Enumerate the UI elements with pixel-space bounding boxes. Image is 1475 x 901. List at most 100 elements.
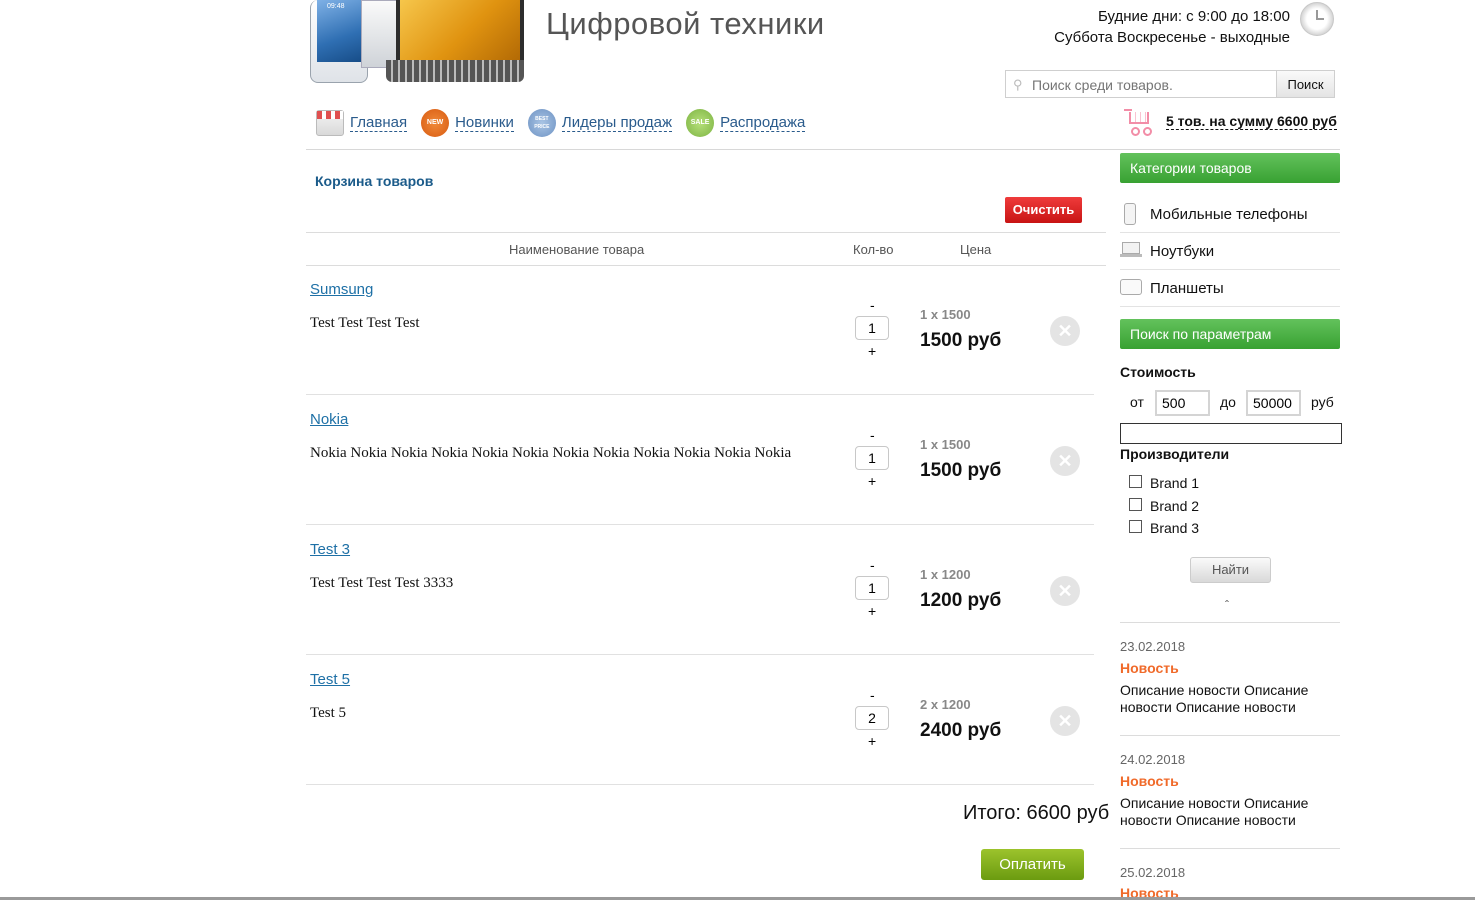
news-title-link[interactable]: Новость bbox=[1120, 773, 1179, 789]
pay-button[interactable]: Оплатить bbox=[981, 849, 1084, 880]
line-total: 1500 руб bbox=[920, 460, 1002, 481]
nav-item-bestsellers[interactable]: BEST PRICE Лидеры продаж bbox=[527, 109, 673, 137]
unit-price: 1 x 1200 bbox=[920, 567, 971, 582]
remove-item-icon[interactable]: ✕ bbox=[1050, 576, 1080, 606]
product-link[interactable]: Nokia bbox=[310, 411, 348, 428]
quantity-input[interactable]: 1 bbox=[855, 446, 889, 470]
hours-weekend: Суббота Воскресенье - выходные bbox=[1054, 29, 1290, 46]
clear-cart-button[interactable]: Очистить bbox=[1005, 197, 1082, 223]
column-header-name: Наименование товара bbox=[509, 242, 645, 257]
price-filter-label: Стоимость bbox=[1120, 364, 1196, 380]
nav-link-home[interactable]: Главная bbox=[350, 114, 408, 132]
cart-row: Nokia Nokia Nokia Nokia Nokia Nokia Noki… bbox=[306, 394, 1094, 525]
nav-link-new[interactable]: Новинки bbox=[455, 114, 514, 132]
decrease-qty-button[interactable]: - bbox=[870, 557, 875, 573]
news-title-link[interactable]: Новость bbox=[1120, 660, 1179, 676]
hours-weekdays: Будние дни: с 9:00 до 18:00 bbox=[1097, 8, 1290, 25]
cart-summary-link[interactable]: 5 тов. на сумму 6600 руб bbox=[1166, 113, 1337, 130]
decrease-qty-button[interactable]: - bbox=[870, 687, 875, 703]
cart-row: Test 5 Test 5 - 2 + 2 x 1200 2400 руб ✕ bbox=[306, 654, 1094, 785]
quantity-input[interactable]: 1 bbox=[855, 316, 889, 340]
search-icon: ⚲ bbox=[1013, 77, 1023, 92]
price-range-field[interactable] bbox=[1120, 423, 1342, 444]
price-from-label: от bbox=[1130, 394, 1144, 410]
product-link[interactable]: Test 5 bbox=[310, 671, 350, 688]
news-divider bbox=[1120, 848, 1340, 849]
nav-item-home[interactable]: Главная bbox=[316, 110, 408, 136]
nav-item-sale[interactable]: SALE Распродажа bbox=[686, 109, 806, 137]
increase-qty-button[interactable]: + bbox=[868, 343, 876, 359]
hero-image: 09:48 bbox=[306, 0, 524, 84]
header-cart[interactable]: 5 тов. на сумму 6600 руб bbox=[1124, 108, 1337, 136]
decrease-qty-button[interactable]: - bbox=[870, 427, 875, 443]
remove-item-icon[interactable]: ✕ bbox=[1050, 316, 1080, 346]
brand-checkbox[interactable] bbox=[1129, 520, 1142, 533]
phone-image: 09:48 bbox=[310, 0, 368, 83]
brand-label: Brand 1 bbox=[1150, 475, 1200, 491]
category-label[interactable]: Мобильные телефоны bbox=[1150, 206, 1308, 223]
quantity-input[interactable]: 2 bbox=[855, 706, 889, 730]
params-header: Поиск по параметрам bbox=[1120, 319, 1340, 349]
tablet-icon bbox=[1120, 277, 1142, 299]
line-total: 2400 руб bbox=[920, 720, 1002, 741]
line-total: 1500 руб bbox=[920, 330, 1002, 351]
shop-icon bbox=[316, 110, 344, 136]
product-link[interactable]: Test 3 bbox=[310, 541, 350, 558]
column-header-price: Цена bbox=[960, 242, 992, 257]
remove-item-icon[interactable]: ✕ bbox=[1050, 706, 1080, 736]
line-total: 1200 руб bbox=[920, 590, 1002, 611]
desktop-image bbox=[361, 0, 398, 68]
category-item-phones[interactable]: Мобильные телефоны bbox=[1120, 196, 1340, 233]
category-label[interactable]: Планшеты bbox=[1150, 280, 1224, 297]
category-item-laptops[interactable]: Ноутбуки bbox=[1120, 233, 1340, 270]
categories-header: Категории товаров bbox=[1120, 153, 1340, 183]
nav-link-bestsellers[interactable]: Лидеры продаж bbox=[561, 114, 673, 132]
unit-price: 1 x 1500 bbox=[920, 307, 971, 322]
search-field[interactable]: ⚲ bbox=[1005, 70, 1277, 98]
increase-qty-button[interactable]: + bbox=[868, 733, 876, 749]
collapse-caret-icon[interactable]: ˆ bbox=[1225, 598, 1229, 612]
product-description: Test Test Test Test bbox=[310, 315, 420, 331]
news-date: 25.02.2018 bbox=[1120, 865, 1186, 880]
site-slogan: Цифровой техники bbox=[546, 6, 825, 41]
product-description: Test 5 bbox=[310, 705, 347, 721]
sale-badge-icon: SALE bbox=[686, 109, 715, 137]
phone-icon bbox=[1120, 203, 1142, 225]
unit-price: 1 x 1500 bbox=[920, 437, 971, 452]
price-to-input[interactable]: 50000 bbox=[1246, 390, 1301, 416]
category-label[interactable]: Ноутбуки bbox=[1150, 243, 1214, 260]
price-to-label: до bbox=[1220, 394, 1236, 410]
main-nav: Главная NEW Новинки BEST PRICE Лидеры пр… bbox=[316, 108, 819, 138]
cart-table-header: Наименование товара Кол-во Цена bbox=[306, 232, 1106, 266]
nav-link-sale[interactable]: Распродажа bbox=[720, 114, 806, 132]
laptop-image bbox=[396, 0, 524, 64]
category-item-tablets[interactable]: Планшеты bbox=[1120, 270, 1340, 307]
news-text: Описание новости Описание новости Описан… bbox=[1120, 795, 1309, 828]
nav-item-new[interactable]: NEW Новинки bbox=[421, 109, 514, 137]
cart-row: Test 3 Test Test Test Test 3333 - 1 + 1 … bbox=[306, 524, 1094, 655]
laptop-icon bbox=[1120, 240, 1142, 262]
find-button[interactable]: Найти bbox=[1190, 557, 1271, 583]
quantity-input[interactable]: 1 bbox=[855, 576, 889, 600]
clock-icon bbox=[1300, 2, 1334, 36]
phone-time: 09:48 bbox=[327, 3, 345, 10]
brand-checkbox[interactable] bbox=[1129, 475, 1142, 488]
cart-total: Итого: 6600 руб bbox=[963, 802, 1110, 824]
news-divider bbox=[1120, 735, 1340, 736]
page-title: Корзина товаров bbox=[315, 173, 434, 189]
increase-qty-button[interactable]: + bbox=[868, 473, 876, 489]
cart-row: Sumsung Test Test Test Test - 1 + 1 x 15… bbox=[306, 264, 1094, 395]
search-input[interactable] bbox=[1030, 74, 1274, 96]
product-description: Nokia Nokia Nokia Nokia Nokia Nokia Noki… bbox=[310, 445, 792, 461]
price-from-input[interactable]: 500 bbox=[1155, 390, 1210, 416]
brand-label: Brand 3 bbox=[1150, 520, 1200, 536]
product-link[interactable]: Sumsung bbox=[310, 281, 373, 298]
news-date: 23.02.2018 bbox=[1120, 639, 1186, 654]
decrease-qty-button[interactable]: - bbox=[870, 297, 875, 313]
new-badge-icon: NEW bbox=[421, 109, 450, 137]
brand-checkbox[interactable] bbox=[1129, 498, 1142, 511]
search-button[interactable]: Поиск bbox=[1277, 70, 1335, 98]
increase-qty-button[interactable]: + bbox=[868, 603, 876, 619]
remove-item-icon[interactable]: ✕ bbox=[1050, 446, 1080, 476]
news-divider bbox=[1120, 622, 1340, 623]
